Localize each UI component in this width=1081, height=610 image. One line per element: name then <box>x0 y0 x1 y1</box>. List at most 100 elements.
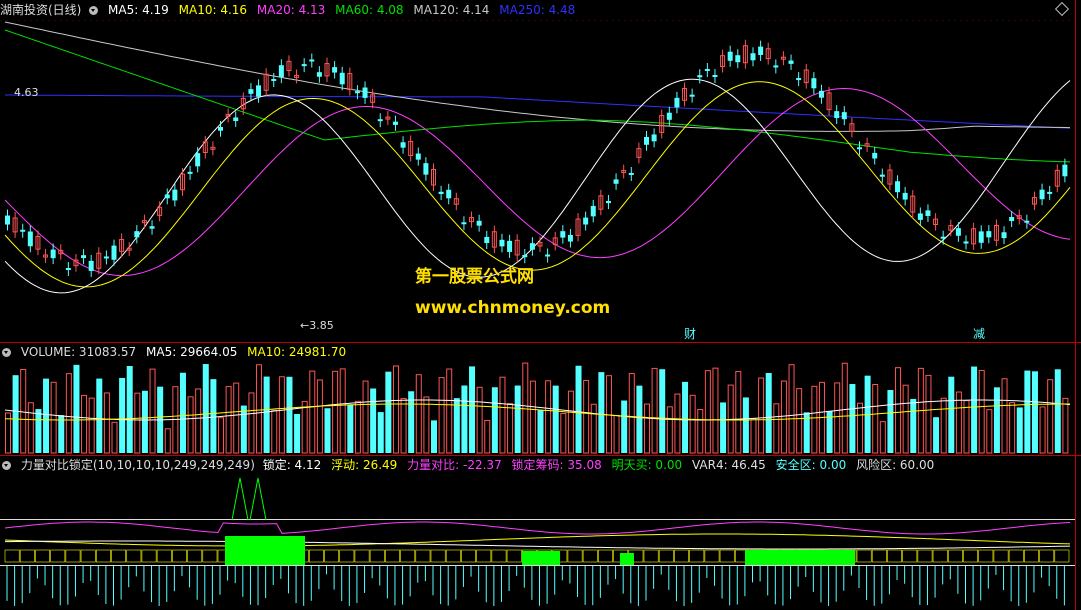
lock-chip-block <box>202 549 218 563</box>
volume-bar <box>187 396 194 454</box>
candle-body <box>773 65 779 68</box>
volume-bar <box>963 400 970 454</box>
volume-bar <box>857 402 863 454</box>
volume-bar <box>73 364 80 453</box>
volume-bar <box>446 368 453 454</box>
volume-bar <box>1024 370 1031 453</box>
volume-bar <box>491 387 498 453</box>
candle-body <box>628 172 634 175</box>
candle-body <box>309 59 315 62</box>
float-line <box>4 533 1071 547</box>
lock-chip-block <box>476 549 492 563</box>
volume-bar <box>263 376 270 453</box>
volume-bar <box>689 394 696 454</box>
volume-bar <box>879 421 886 454</box>
lock-chip-block <box>324 549 340 563</box>
candle-body <box>613 179 619 184</box>
volume-bar <box>58 415 65 453</box>
candle-body <box>1024 220 1030 223</box>
candle-body <box>895 181 901 193</box>
volume-bar <box>925 374 932 454</box>
buy-spike <box>249 477 267 521</box>
lock-chip-block <box>917 549 933 563</box>
candle-body <box>567 234 573 242</box>
candle-body <box>704 68 710 71</box>
volume-bar <box>271 409 278 454</box>
volume-bar <box>362 380 369 454</box>
candle-body <box>1009 217 1015 222</box>
volume-bar <box>392 365 399 454</box>
volume-bar <box>552 385 559 453</box>
volume-bar <box>286 376 293 453</box>
volume-bar <box>377 412 384 453</box>
lock-chip-block <box>461 549 476 563</box>
candle-body <box>522 254 528 258</box>
candle-body <box>301 64 307 67</box>
candle-body <box>811 78 817 89</box>
high-price-marker: 4.63 <box>14 86 39 99</box>
candle-body <box>727 51 733 61</box>
volume-bar <box>529 380 536 454</box>
volume-bar <box>218 417 224 454</box>
buy-spike <box>231 477 249 521</box>
lock-chip-block <box>95 549 111 563</box>
candle-body <box>605 200 611 204</box>
candle-body <box>940 236 946 239</box>
lock-chip-block <box>172 549 187 563</box>
candle-body <box>651 134 657 142</box>
lock-chip-block <box>430 549 446 563</box>
volume-bar <box>103 392 110 454</box>
volume-bar <box>164 428 171 454</box>
volume-bar <box>955 391 962 454</box>
volume-bar <box>613 414 620 454</box>
candle-body <box>834 111 840 119</box>
candle-body <box>111 245 117 260</box>
volume-bar <box>773 403 780 454</box>
volume-bar <box>537 410 544 453</box>
watermark-line1: 第一股票公式网 <box>415 267 534 287</box>
volume-bar <box>940 397 947 454</box>
candle-body <box>339 72 345 85</box>
candle-body <box>476 220 482 226</box>
candle-body <box>796 78 802 81</box>
candle-body <box>316 72 322 77</box>
candle-body <box>674 97 680 108</box>
candle-body <box>818 90 824 98</box>
volume-bar <box>126 366 133 453</box>
candle-body <box>195 153 201 167</box>
volume-bar <box>583 379 590 454</box>
lock-bar <box>620 553 634 565</box>
candle-body <box>529 243 535 250</box>
volume-bar <box>590 403 597 454</box>
volume-bar <box>332 370 339 454</box>
candle-body <box>400 142 406 148</box>
volume-bar <box>933 417 940 453</box>
candle-body <box>248 89 254 94</box>
volume-bar <box>438 377 445 454</box>
event-marker-reduce: 减 <box>973 327 985 341</box>
volume-bar <box>210 379 217 453</box>
candle-body <box>644 136 649 145</box>
lock-chip-block <box>141 549 157 563</box>
lock-chip-block <box>35 549 50 563</box>
lock-chip-block <box>719 549 735 563</box>
candle-body <box>583 217 589 225</box>
lock-chip-block <box>567 549 583 563</box>
candle-body <box>134 231 140 238</box>
volume-bar <box>948 376 955 453</box>
volume-bar <box>1009 402 1016 454</box>
volume-bar <box>347 404 354 453</box>
volume-bar <box>12 375 19 453</box>
candle-body <box>362 87 368 98</box>
volume-bar <box>27 402 34 454</box>
volume-bar <box>720 402 727 453</box>
candle-body <box>65 267 71 270</box>
volume-bar <box>666 406 673 454</box>
volume-bar <box>872 383 879 454</box>
lock-bar <box>522 551 560 565</box>
lock-chip-block <box>1008 549 1024 563</box>
candle-body <box>27 231 33 247</box>
event-marker-fin: 财 <box>684 327 696 341</box>
lock-chip-block <box>582 549 598 563</box>
candle-body <box>879 174 885 177</box>
